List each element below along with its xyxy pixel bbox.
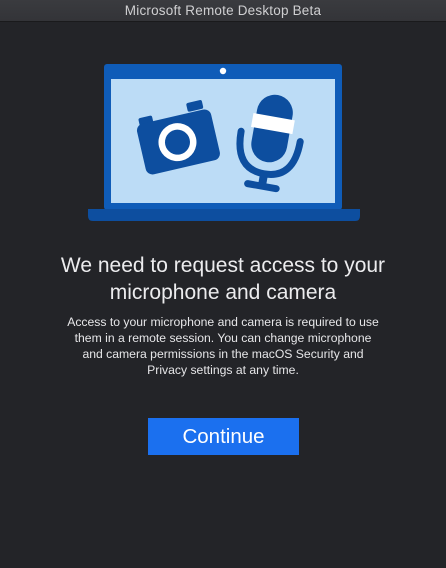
- laptop-base: [88, 209, 360, 221]
- description-line: Privacy settings at any time.: [147, 363, 299, 377]
- heading-line: We need to request access to your: [60, 254, 386, 277]
- continue-button[interactable]: Continue: [148, 418, 299, 455]
- app-window: Microsoft Remote Desktop Beta We need to…: [0, 0, 446, 568]
- page-title: We need to request access to your microp…: [20, 252, 426, 306]
- laptop-icon: [88, 64, 360, 221]
- description-line: and camera permissions in the macOS Secu…: [82, 347, 364, 361]
- description-line: them in a remote session. You can change…: [74, 331, 372, 345]
- description: Access to your microphone and camera is …: [20, 314, 426, 378]
- description-line: Access to your microphone and camera is …: [67, 315, 379, 329]
- laptop-camera-dot: [219, 67, 227, 75]
- heading-line: microphone and camera: [109, 281, 337, 304]
